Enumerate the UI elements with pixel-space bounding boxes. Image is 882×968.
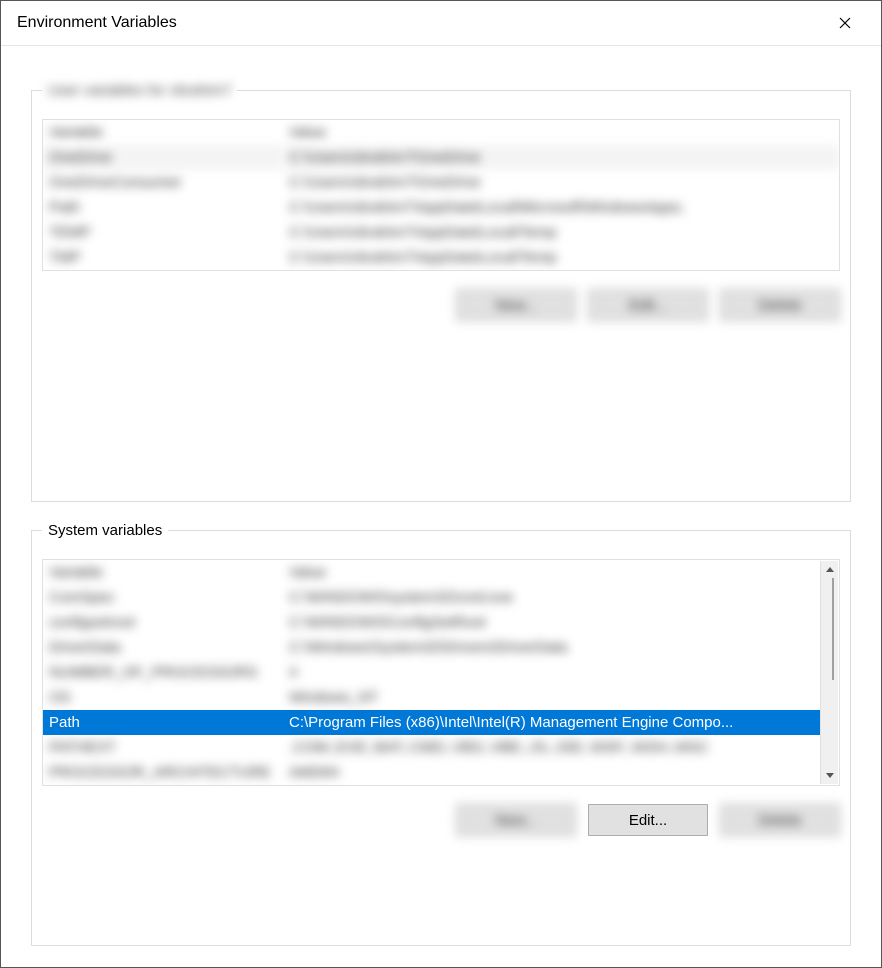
system-delete-button[interactable]: Delete xyxy=(720,804,840,836)
table-row[interactable]: OS Windows_NT xyxy=(43,685,822,710)
table-row[interactable]: DriverData C:\Windows\System32\Drivers\D… xyxy=(43,635,822,660)
user-edit-button[interactable]: Edit... xyxy=(588,289,708,321)
scroll-down-icon[interactable] xyxy=(821,767,838,784)
table-row[interactable]: TMP C:\Users\vbrahim7\AppData\Local\Temp xyxy=(43,245,839,270)
dialog-body: User variables for vbrahim7 Variable Val… xyxy=(1,46,881,968)
scroll-up-icon[interactable] xyxy=(821,561,838,578)
table-row[interactable]: TEMP C:\Users\vbrahim7\AppData\Local\Tem… xyxy=(43,220,839,245)
table-row[interactable]: ComSpec C:\WINDOWS\system32\cmd.exe xyxy=(43,585,822,610)
environment-variables-dialog: Environment Variables User variables for… xyxy=(0,0,882,968)
system-variables-legend: System variables xyxy=(42,522,168,539)
column-header-value[interactable]: Value xyxy=(283,120,839,145)
titlebar: Environment Variables xyxy=(1,1,881,46)
selected-variable-value: C:\Program Files (x86)\Intel\Intel(R) Ma… xyxy=(283,710,822,735)
user-variables-legend: User variables for vbrahim7 xyxy=(42,82,237,99)
column-header-variable[interactable]: Variable xyxy=(43,120,283,145)
column-header-value[interactable]: Value xyxy=(283,560,822,585)
system-new-button[interactable]: New... xyxy=(456,804,576,836)
system-edit-button[interactable]: Edit... xyxy=(588,804,708,836)
system-variables-group: System variables Variable Value xyxy=(31,522,851,946)
table-row[interactable]: NUMBER_OF_PROCESSORS 4 xyxy=(43,660,822,685)
table-row[interactable]: PROCESSOR_ARCHITECTURE AMD64 xyxy=(43,760,822,785)
close-icon[interactable] xyxy=(823,1,867,45)
selected-variable-name: Path xyxy=(43,710,283,735)
table-row[interactable]: configsetroot C:\WINDOWS\ConfigSetRoot xyxy=(43,610,822,635)
table-row-selected[interactable]: Path C:\Program Files (x86)\Intel\Intel(… xyxy=(43,710,822,735)
user-variables-group: User variables for vbrahim7 Variable Val… xyxy=(31,82,851,502)
scrollbar[interactable] xyxy=(820,561,838,784)
scroll-thumb[interactable] xyxy=(832,578,834,680)
system-buttons-row: New... Edit... Delete xyxy=(42,804,840,836)
table-row[interactable]: OneDrive C:\Users\vbrahim7\OneDrive xyxy=(43,145,839,170)
user-new-button[interactable]: New... xyxy=(456,289,576,321)
table-row[interactable]: Path C:\Users\vbrahim7\AppData\Local\Mic… xyxy=(43,195,839,220)
user-delete-button[interactable]: Delete xyxy=(720,289,840,321)
user-buttons-row: New... Edit... Delete xyxy=(42,289,840,321)
system-variables-table[interactable]: Variable Value ComSpec C:\WINDOWS\system… xyxy=(42,559,840,786)
table-row[interactable]: OneDriveConsumer C:\Users\vbrahim7\OneDr… xyxy=(43,170,839,195)
user-variables-table[interactable]: Variable Value OneDrive C:\Users\vbrahim… xyxy=(42,119,840,271)
window-title: Environment Variables xyxy=(17,14,823,32)
table-row[interactable]: PATHEXT .COM;.EXE;.BAT;.CMD;.VBS;.VBE;.J… xyxy=(43,735,822,760)
column-header-variable[interactable]: Variable xyxy=(43,560,283,585)
